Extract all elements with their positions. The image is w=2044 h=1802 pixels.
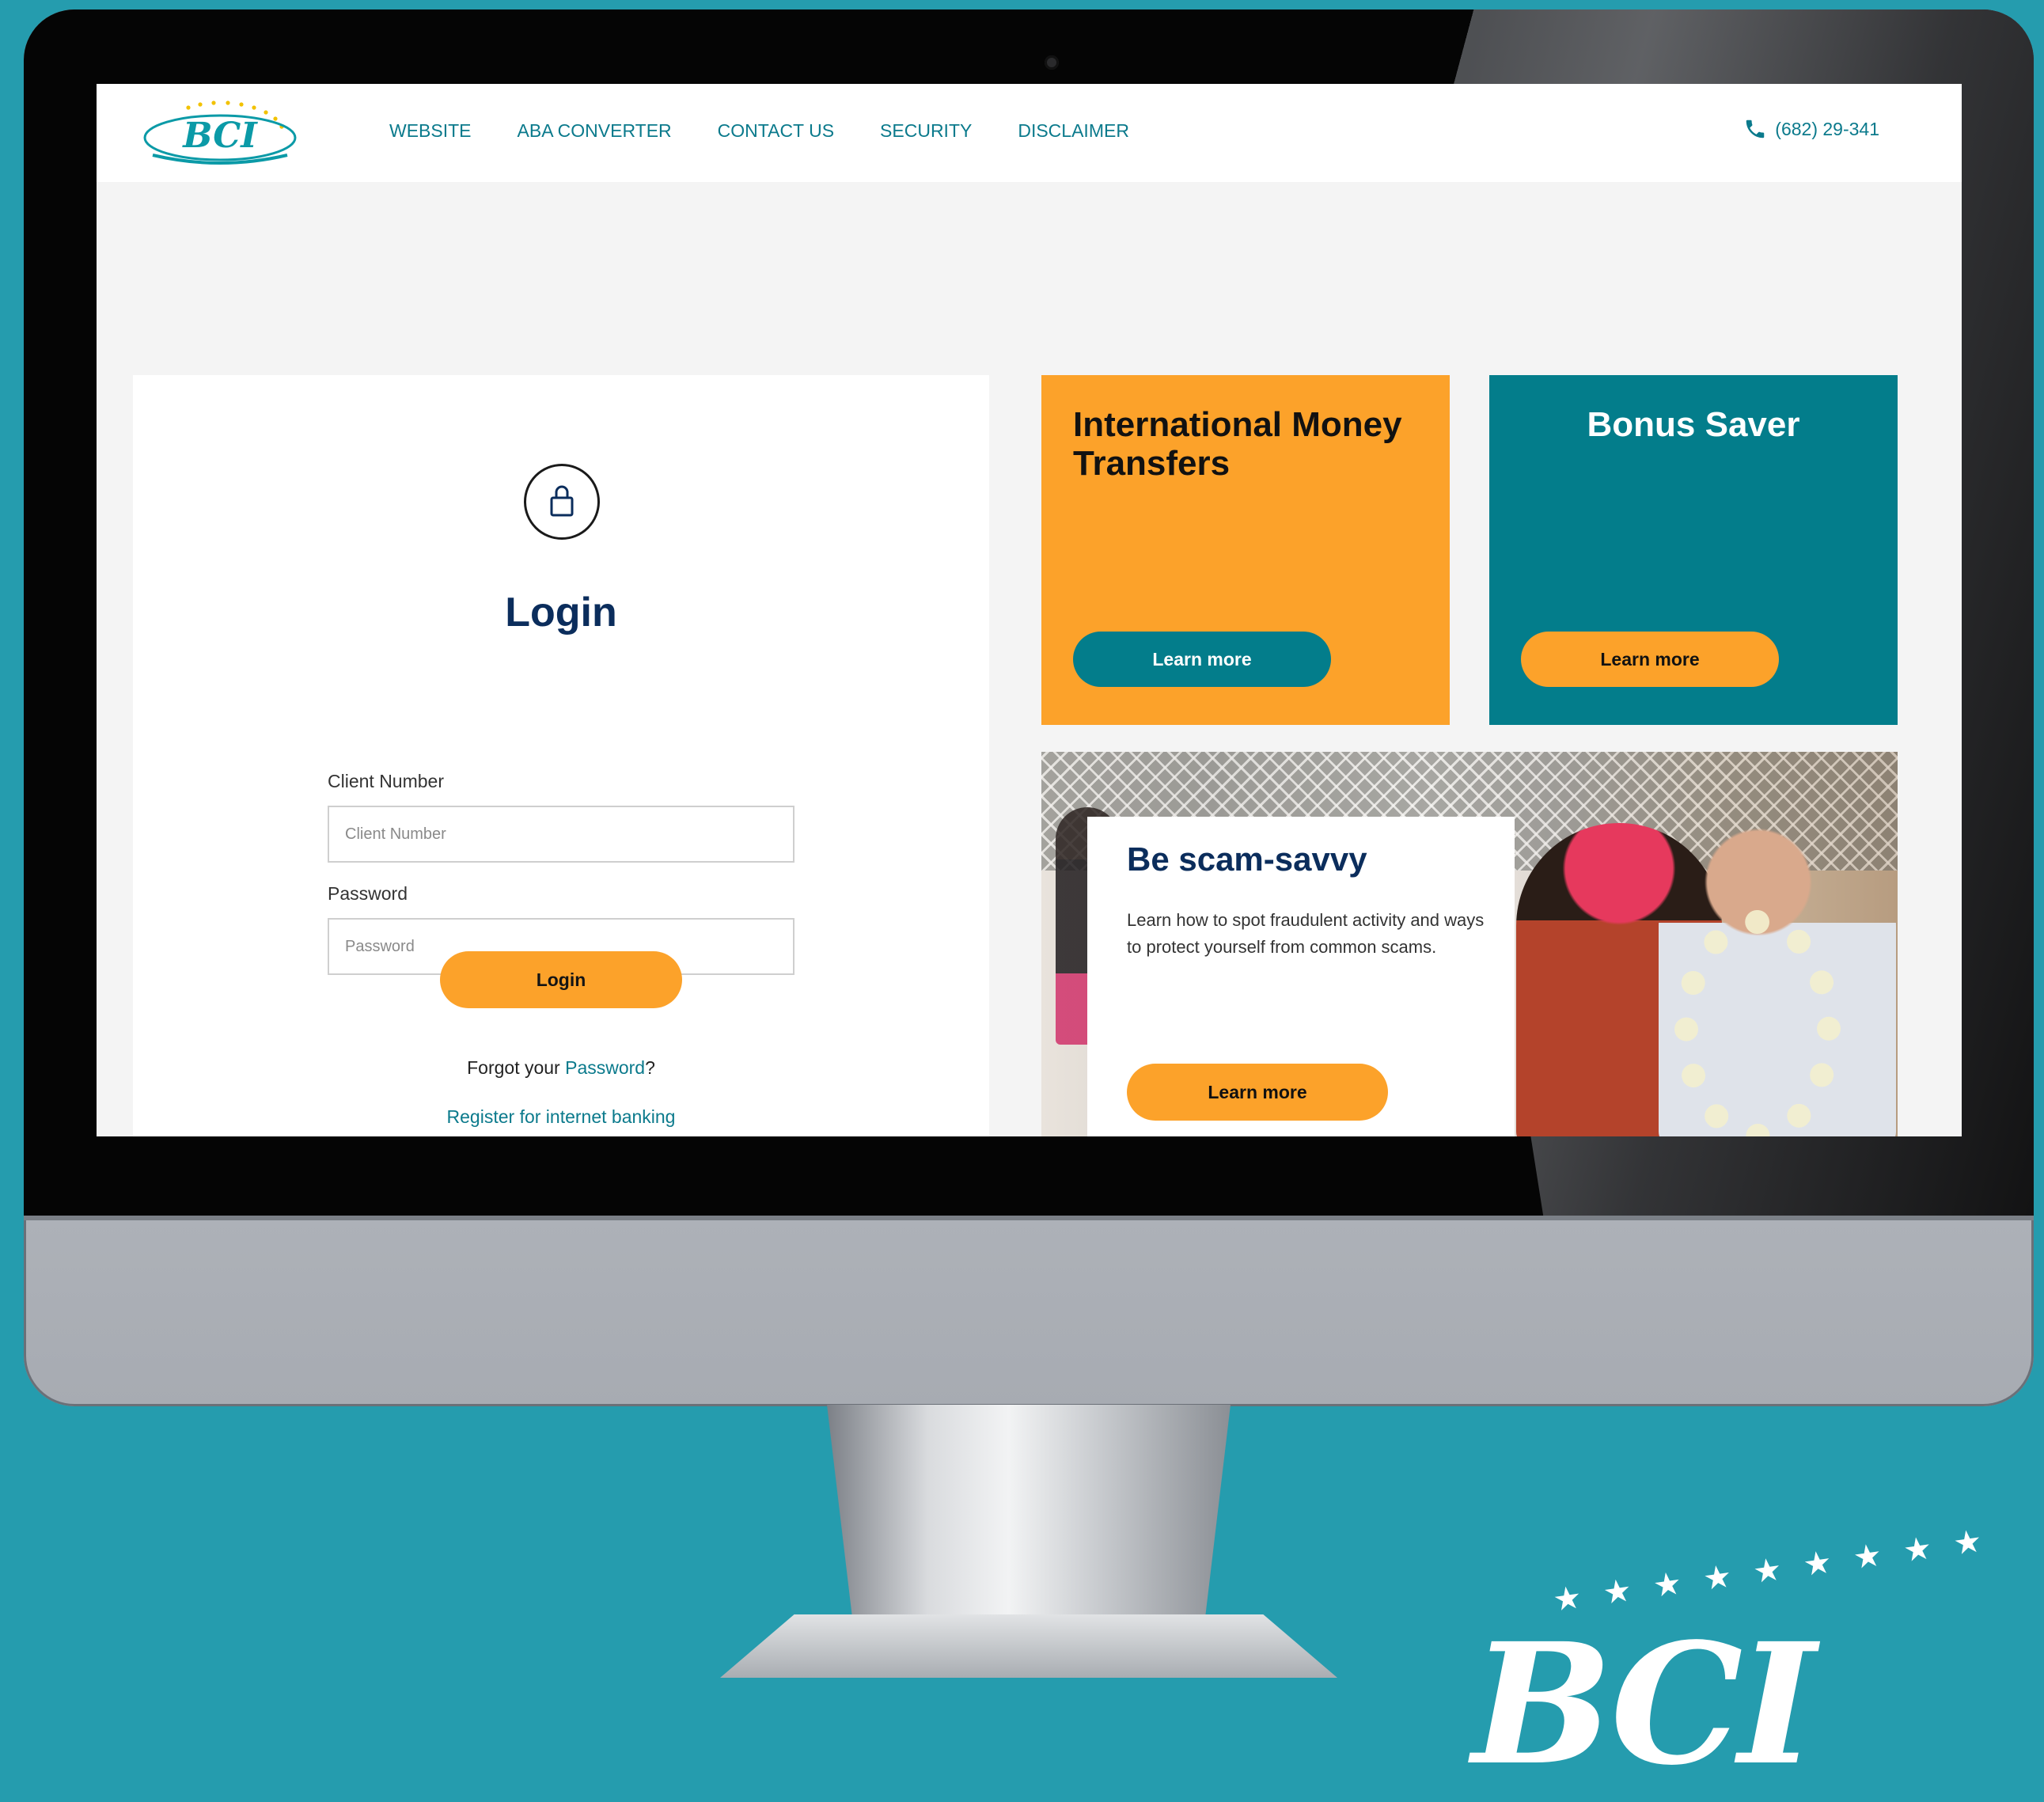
forgot-password-text: Forgot your Password? <box>133 1057 989 1079</box>
corner-logo: BCI <box>1472 1607 1816 1802</box>
promo-international-transfers: International Money Transfers Learn more <box>1041 375 1450 725</box>
phone-icon <box>1746 120 1765 138</box>
monitor-stand-base <box>720 1614 1337 1678</box>
client-number-input[interactable] <box>328 806 794 863</box>
register-row: Register for internet banking <box>133 1106 989 1128</box>
bci-logo[interactable]: BCI <box>141 98 299 169</box>
login-card: Login Client Number Password Login Forgo… <box>133 375 989 1136</box>
svg-text:BCI: BCI <box>181 116 258 156</box>
camera-icon <box>1045 55 1059 70</box>
register-link[interactable]: Register for internet banking <box>447 1106 676 1127</box>
promo-title: International Money Transfers <box>1073 405 1402 483</box>
photo-flower-lei <box>1674 910 1841 1136</box>
lock-glyph <box>550 485 574 517</box>
password-label: Password <box>328 883 408 904</box>
nav-aba-converter[interactable]: ABA CONVERTER <box>518 120 672 142</box>
nav-security[interactable]: SECURITY <box>880 120 972 142</box>
scam-title: Be scam-savvy <box>1127 840 1367 878</box>
forgot-suffix: ? <box>645 1057 655 1078</box>
learn-more-button[interactable]: Learn more <box>1521 632 1779 687</box>
client-number-label: Client Number <box>328 771 444 791</box>
phone-link[interactable]: (682) 29-341 <box>1743 117 1879 141</box>
main-nav: WEBSITE ABA CONVERTER CONTACT US SECURIT… <box>389 120 1129 142</box>
nav-disclaimer[interactable]: DISCLAIMER <box>1018 120 1129 142</box>
promo-bonus-saver: Bonus Saver Learn more <box>1489 375 1898 725</box>
nav-contact-us[interactable]: CONTACT US <box>718 120 834 142</box>
browser-screen: BCI WEBSITE ABA CONVERTER CONTACT US SEC… <box>97 84 1962 1136</box>
promo-title: Bonus Saver <box>1587 405 1800 444</box>
learn-more-button[interactable]: Learn more <box>1073 632 1331 687</box>
login-title: Login <box>505 590 617 635</box>
forgot-password-link[interactable]: Password <box>565 1057 645 1078</box>
login-button[interactable]: Login <box>440 951 682 1008</box>
monitor-stand <box>827 1405 1231 1642</box>
phone-number: (682) 29-341 <box>1775 118 1879 139</box>
forgot-prefix: Forgot your <box>467 1057 566 1078</box>
learn-more-button[interactable]: Learn more <box>1127 1064 1388 1121</box>
nav-website[interactable]: WEBSITE <box>389 120 472 142</box>
lock-icon <box>524 464 600 540</box>
site-header: BCI WEBSITE ABA CONVERTER CONTACT US SEC… <box>97 84 1962 182</box>
scam-info-card: Be scam-savvy Learn how to spot fraudule… <box>1087 817 1515 1136</box>
scam-description: Learn how to spot fraudulent activity an… <box>1127 910 1485 957</box>
corner-logo-stars: ★★★★★★★★★ <box>1550 1520 2006 1618</box>
monitor-chin-divider <box>24 1216 2034 1220</box>
